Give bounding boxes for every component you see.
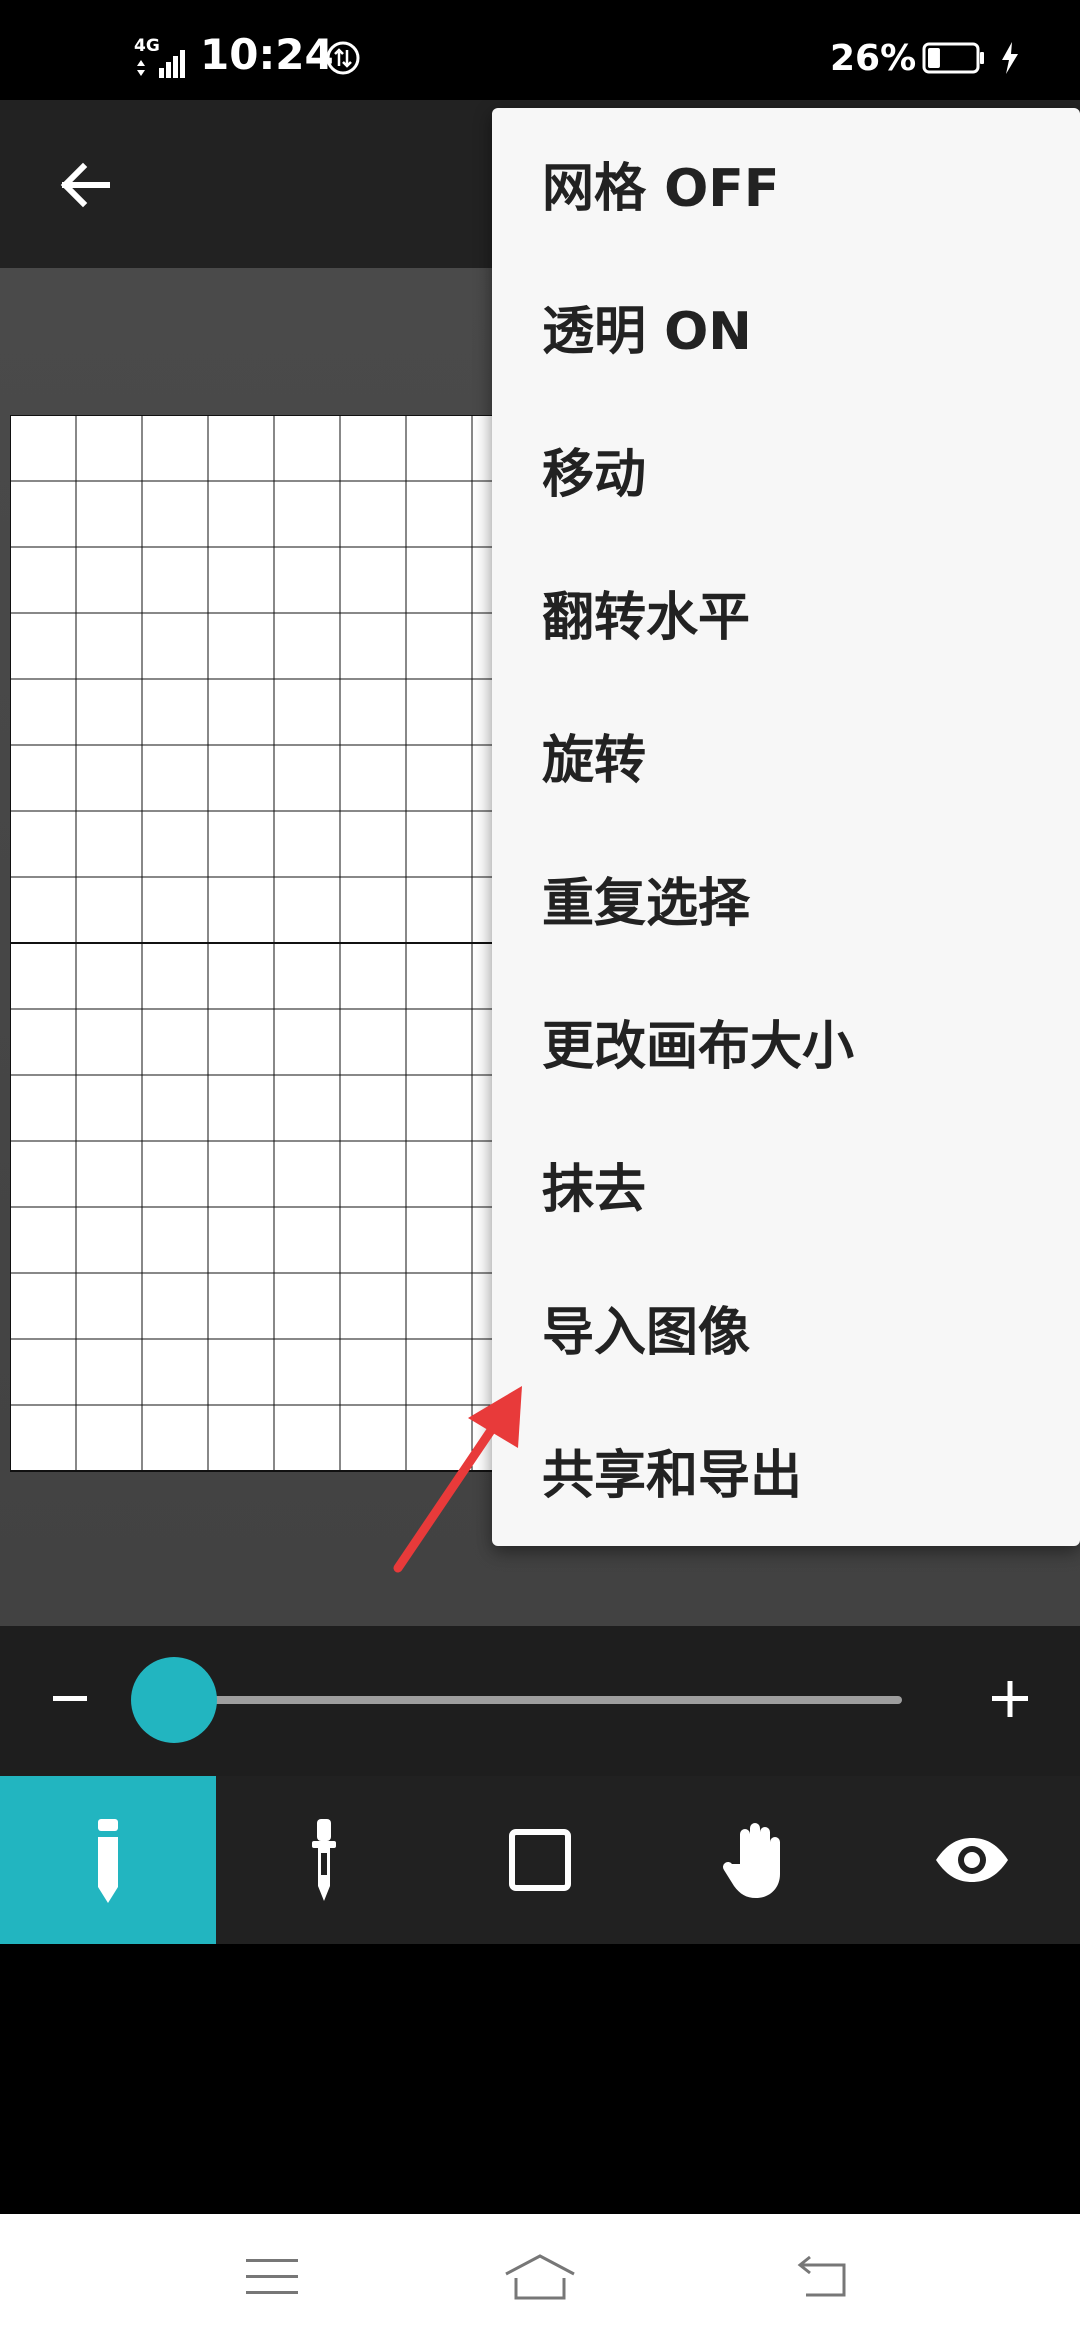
back-button[interactable] [40, 140, 130, 230]
nav-home-button[interactable] [490, 2244, 590, 2310]
tool-pencil-button[interactable] [0, 1776, 216, 1944]
menu-item-transparent-on[interactable]: 透明 ON [492, 255, 1080, 398]
menu-item-import-image[interactable]: 导入图像 [492, 1256, 1080, 1399]
minus-icon [53, 1696, 87, 1701]
data-saver-icon [326, 41, 360, 75]
battery-percent: 26% [830, 38, 917, 79]
menu-item-duplicate-selection[interactable]: 重复选择 [492, 827, 1080, 970]
menu-item-grid-off[interactable]: 网格 OFF [492, 112, 1080, 255]
menu-lines-icon [246, 2259, 298, 2294]
clock: 10:24 [200, 30, 334, 79]
eyedropper-icon [312, 1819, 336, 1901]
tool-select-button[interactable] [432, 1776, 648, 1944]
nav-back-button[interactable] [772, 2244, 872, 2310]
menu-item-erase[interactable]: 抹去 [492, 1113, 1080, 1256]
signal-icon [137, 50, 185, 78]
square-select-icon [509, 1829, 571, 1891]
increase-size-button[interactable] [980, 1656, 1040, 1742]
arrow-left-icon [60, 162, 110, 208]
charging-icon [1002, 42, 1018, 74]
pencil-icon [98, 1819, 118, 1903]
plus-icon [992, 1681, 1028, 1717]
return-icon [797, 2255, 846, 2297]
menu-item-rotate[interactable]: 旋转 [492, 684, 1080, 827]
menu-item-resize-canvas[interactable]: 更改画布大小 [492, 970, 1080, 1113]
nav-recents-button[interactable] [222, 2244, 322, 2310]
empty-area [0, 1944, 1080, 2214]
eye-icon [936, 1838, 1008, 1882]
brush-size-slider-track[interactable] [172, 1696, 902, 1704]
home-icon [505, 2254, 575, 2300]
menu-item-share-export[interactable]: 共享和导出 [492, 1399, 1080, 1542]
tool-hand-button[interactable] [648, 1776, 864, 1944]
menu-item-move[interactable]: 移动 [492, 398, 1080, 541]
menu-item-flip-horizontal[interactable]: 翻转水平 [492, 541, 1080, 684]
tool-preview-button[interactable] [864, 1776, 1080, 1944]
annotation-arrow-icon [393, 1386, 522, 1573]
decrease-size-button[interactable] [45, 1656, 95, 1742]
hand-icon [723, 1823, 780, 1898]
brush-size-slider-thumb[interactable] [131, 1657, 217, 1743]
tool-eyedropper-button[interactable] [216, 1776, 432, 1944]
battery-icon [922, 42, 984, 74]
